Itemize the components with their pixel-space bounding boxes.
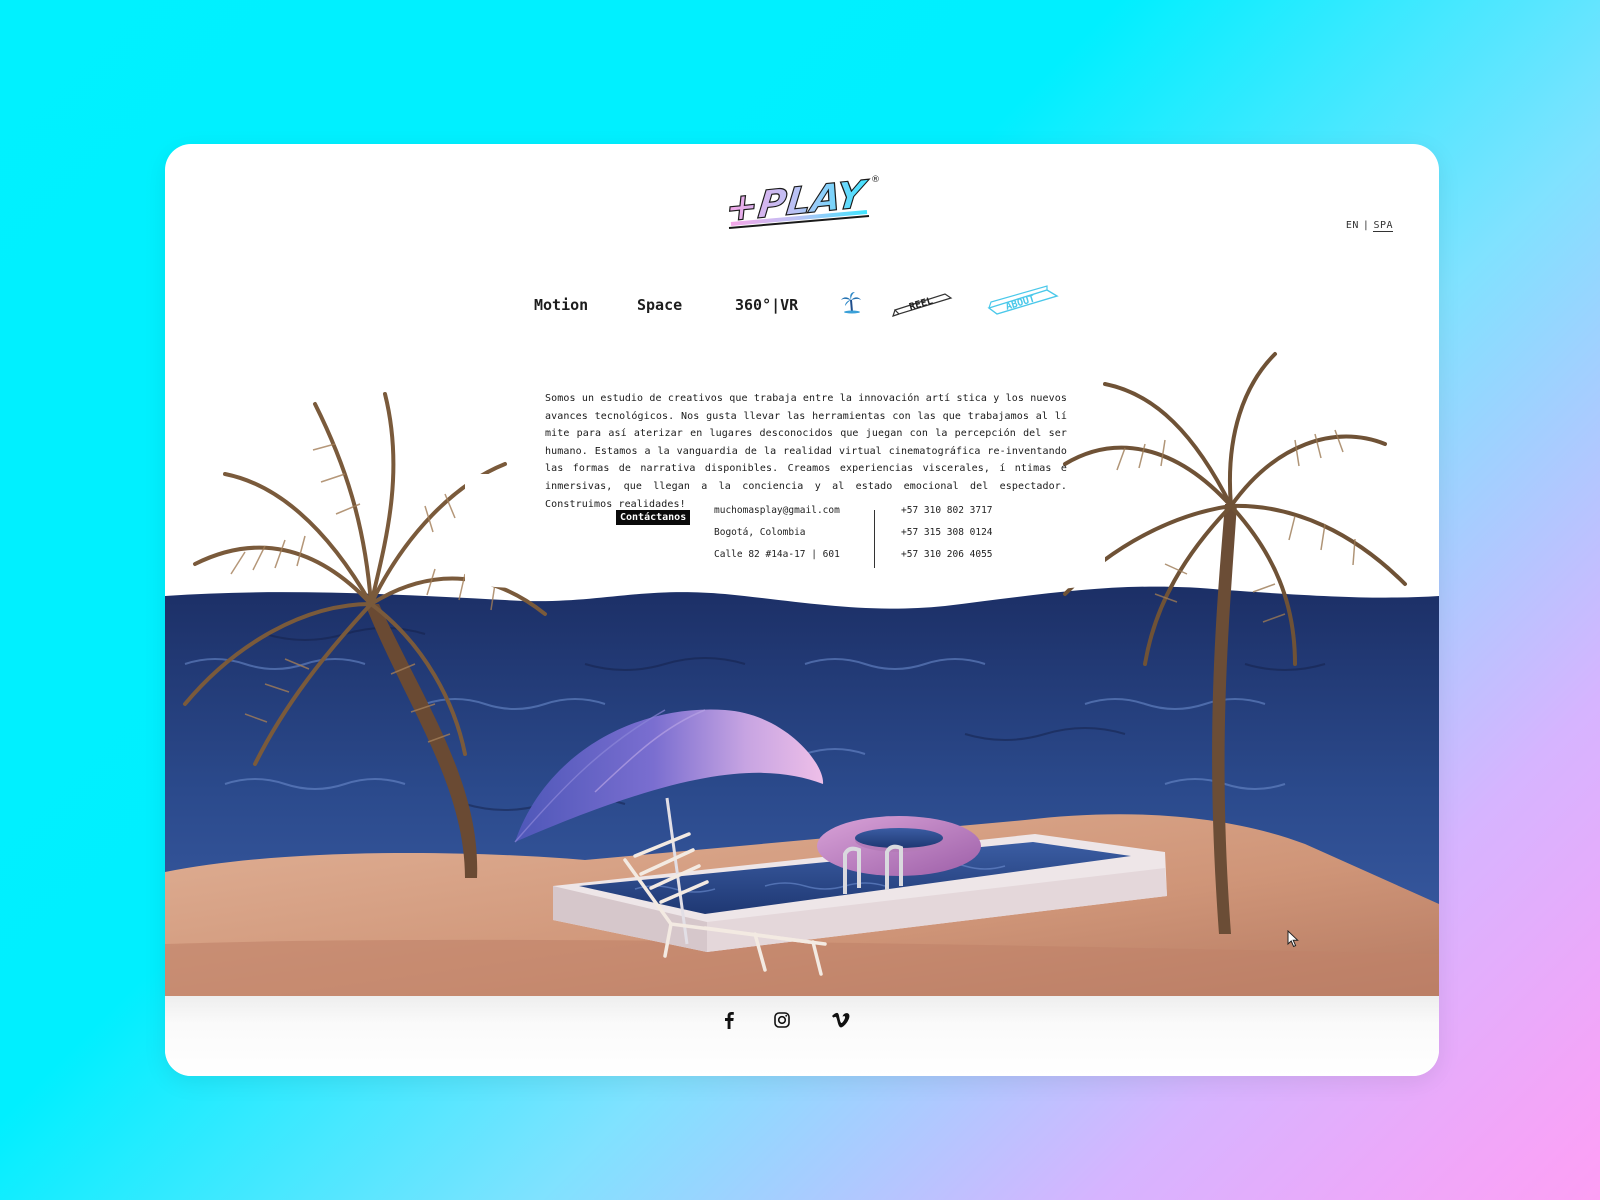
mouse-cursor-icon — [1287, 930, 1299, 948]
nav-motion[interactable]: Motion — [534, 296, 588, 314]
contact-phone-1[interactable]: +57 310 802 3717 — [901, 505, 993, 516]
lang-spa[interactable]: SPA — [1373, 220, 1393, 232]
nav-360-vr[interactable]: 360°|VR — [735, 296, 798, 314]
beach-scene-illustration — [165, 352, 1439, 996]
palm-tree-icon[interactable] — [839, 290, 863, 314]
lang-en[interactable]: EN — [1346, 220, 1359, 231]
contact-address: Calle 82 #14a-17 | 601 — [714, 549, 840, 560]
language-switcher: EN | SPA — [1346, 220, 1393, 232]
nav-space[interactable]: Space — [637, 296, 682, 314]
contact-button[interactable]: Contáctanos — [616, 510, 691, 525]
footer — [165, 996, 1439, 1076]
contact-city: Bogotá, Colombia — [714, 527, 806, 538]
about-paragraph: Somos un estudio de creativos que trabaj… — [545, 393, 1067, 510]
instagram-icon[interactable] — [772, 1010, 792, 1030]
svg-text:+PLAY: +PLAY — [725, 172, 871, 231]
about-ticket-icon[interactable]: ABOUT — [985, 278, 1061, 318]
lang-separator: | — [1362, 220, 1370, 231]
play-logo[interactable]: +PLAY ® — [725, 166, 885, 236]
svg-text:®: ® — [871, 175, 880, 185]
reel-ticket-icon[interactable]: REEL — [891, 282, 955, 318]
contact-phone-2[interactable]: +57 315 308 0124 — [901, 527, 993, 538]
reel-label: REEL — [908, 296, 934, 314]
vimeo-icon[interactable] — [830, 1010, 852, 1030]
page-card: +PLAY ® EN | SPA Motion Space 360°|VR REEL… — [165, 144, 1439, 1076]
contact-email[interactable]: muchomasplay@gmail.com — [714, 505, 840, 516]
contact-divider — [874, 510, 875, 568]
facebook-icon[interactable] — [721, 1010, 737, 1030]
contact-phone-3[interactable]: +57 310 206 4055 — [901, 549, 993, 560]
